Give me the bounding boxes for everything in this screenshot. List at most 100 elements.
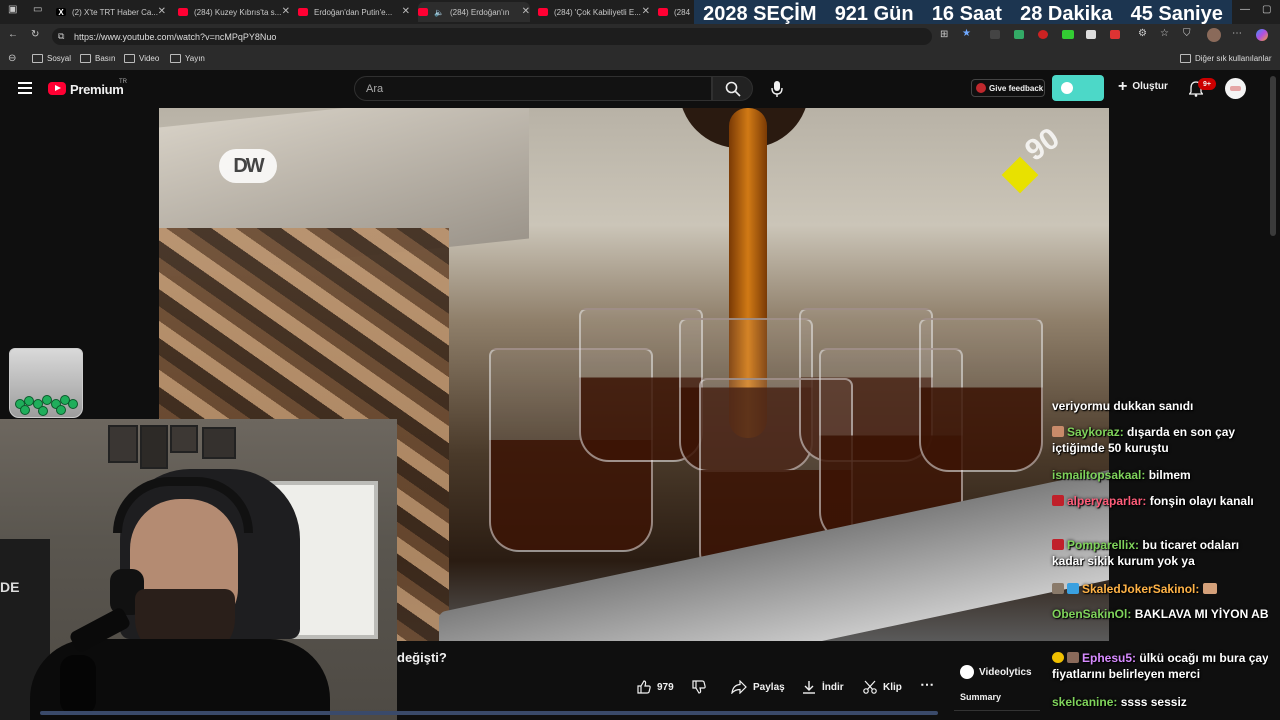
glass-jar-overlay	[9, 348, 83, 418]
youtube-icon	[658, 8, 668, 16]
create-button[interactable]: + Oluştur	[1118, 78, 1168, 94]
create-label: Oluştur	[1132, 81, 1168, 92]
countdown-days: 921 Gün	[834, 2, 914, 25]
maximize-icon[interactable]: ▢	[1262, 4, 1271, 15]
youtube-icon	[298, 8, 308, 16]
summary-tab[interactable]: Summary	[960, 692, 1001, 702]
like-button[interactable]: 979	[637, 680, 674, 694]
chat-username: Ephesu5:	[1082, 651, 1137, 665]
chat-text: fonşin olayı kanalı	[1149, 494, 1254, 508]
bookmark-folder-basin[interactable]: Basın	[80, 54, 115, 63]
extension-3-icon[interactable]	[1038, 30, 1048, 39]
favorites-icon[interactable]: ☆	[1160, 28, 1169, 39]
copilot-icon[interactable]	[1256, 29, 1268, 41]
bookmark-label: Video	[139, 54, 160, 63]
youtube-icon	[538, 8, 548, 16]
extension-5-icon[interactable]	[1086, 30, 1096, 39]
scrollbar-thumb[interactable]	[1270, 76, 1276, 236]
share-label: Paylaş	[753, 681, 785, 693]
url-text: https://www.youtube.com/watch?v=ncMPqPY8…	[74, 31, 277, 42]
clip-button[interactable]: Klip	[863, 680, 902, 694]
profile-avatar-icon[interactable]	[1207, 28, 1221, 42]
thumbs-down-icon	[692, 680, 706, 694]
menu-icon[interactable]	[18, 82, 32, 94]
webcam-overlay: DE	[0, 419, 397, 720]
tab-2[interactable]: (284) Kuzey Kıbrıs'ta s... ✕	[178, 2, 290, 22]
chat-message: Pomparellix: bu ticaret odaları kadar si…	[1052, 537, 1272, 569]
user-avatar-icon	[1052, 583, 1064, 594]
bookmark-folder-yayin[interactable]: Yayın	[170, 54, 205, 63]
download-icon	[803, 681, 815, 694]
tab-title: (284) Kuzey Kıbrıs'ta s...	[194, 7, 282, 17]
bookmarks-bar: ⊖ Sosyal Basın Video Yayın Diğer sık kul…	[0, 48, 1280, 71]
chat-text: veriyormu dukkan sanıdı	[1052, 399, 1194, 413]
close-icon[interactable]: ✕	[282, 6, 290, 17]
account-avatar[interactable]	[1225, 78, 1246, 99]
share-button[interactable]: Paylaş	[731, 680, 785, 694]
bookmark-folder-sosyal[interactable]: Sosyal	[32, 54, 71, 63]
minimize-icon[interactable]: —	[1240, 4, 1250, 15]
taskbar-strip	[40, 711, 938, 715]
picture-frame	[170, 425, 198, 453]
tab-5[interactable]: (284) 'Çok Kabiliyetli E... ✕	[538, 2, 650, 22]
refresh-icon[interactable]: ↻	[31, 29, 39, 40]
video-scene-tea-glass	[919, 318, 1043, 472]
badge-icon	[1052, 652, 1064, 663]
tab-6[interactable]: (284	[658, 2, 694, 22]
bead	[20, 405, 30, 415]
url-field[interactable]: ⧉ https://www.youtube.com/watch?v=ncMPqP…	[52, 28, 932, 45]
tab-3[interactable]: Erdoğan'dan Putin'e... ✕	[298, 2, 410, 22]
close-icon[interactable]: ✕	[522, 6, 530, 17]
star-icon[interactable]: ★	[962, 28, 971, 39]
scissors-icon	[863, 680, 877, 694]
close-icon[interactable]: ✕	[158, 6, 166, 17]
shield-icon[interactable]: ⛉	[1183, 28, 1191, 39]
tab-4-active[interactable]: 🔈 (284) Erdoğan'ın ✕	[418, 2, 530, 22]
youtube-premium-logo[interactable]: Premium	[70, 82, 124, 97]
more-icon[interactable]: ⋯	[1232, 28, 1242, 39]
speaker-icon[interactable]: 🔈	[434, 8, 444, 17]
voice-search-button[interactable]	[770, 80, 784, 103]
user-avatar-icon	[1067, 652, 1079, 663]
extension-1-icon[interactable]	[990, 30, 1000, 39]
chat-message: veriyormu dukkan sanıdı	[1052, 398, 1272, 414]
search-button[interactable]	[712, 76, 753, 101]
chat-username: Saykoraz:	[1067, 425, 1124, 439]
give-feedback-button[interactable]: Give feedback	[971, 79, 1045, 97]
bead	[38, 406, 48, 416]
wall-frames	[108, 425, 238, 475]
workspaces-icon[interactable]: ▣	[8, 4, 17, 15]
more-actions-button[interactable]: ⋯	[920, 676, 934, 693]
notification-count-badge: 9+	[1198, 78, 1216, 90]
clip-label: Klip	[883, 681, 902, 693]
user-avatar-icon	[1052, 426, 1064, 437]
like-count: 979	[657, 681, 674, 693]
videolytics-label: Videolytics	[979, 666, 1032, 678]
search-input[interactable]: Ara	[354, 76, 712, 101]
site-info-icon[interactable]: ⧉	[58, 31, 64, 42]
download-label: İndir	[822, 681, 844, 693]
download-button[interactable]: İndir	[802, 680, 844, 694]
bookmark-folder-other[interactable]: Diğer sık kullanılanlar	[1180, 54, 1271, 63]
settings-icon[interactable]: ⚙	[1138, 28, 1147, 39]
extension-2-icon[interactable]	[1014, 30, 1024, 39]
user-avatar-icon	[1052, 495, 1064, 506]
close-icon[interactable]: ✕	[642, 6, 650, 17]
folder-icon	[80, 54, 91, 63]
apps-icon[interactable]: ⊞	[940, 29, 948, 40]
video-title-fragment: değişti?	[397, 650, 447, 665]
youtube-logo-icon[interactable]	[48, 82, 66, 95]
extension-6-icon[interactable]	[1110, 30, 1120, 39]
close-icon[interactable]: ✕	[402, 6, 410, 17]
bookmark-folder-video[interactable]: Video	[124, 54, 159, 63]
back-icon[interactable]: ←	[8, 29, 18, 40]
reading-list-icon[interactable]: ⊖	[8, 53, 16, 64]
extension-4-icon[interactable]	[1062, 30, 1074, 39]
videolytics-header[interactable]: Videolytics	[960, 665, 1032, 679]
search-icon	[725, 81, 741, 97]
tab-actions-icon[interactable]: ▭	[33, 4, 42, 15]
countdown-minutes: 28 Dakika	[1020, 2, 1113, 25]
dislike-button[interactable]	[692, 680, 712, 694]
extension-toggle-button[interactable]	[1052, 75, 1104, 101]
tab-1[interactable]: X (2) X'te TRT Haber Ca... ✕	[56, 2, 166, 22]
